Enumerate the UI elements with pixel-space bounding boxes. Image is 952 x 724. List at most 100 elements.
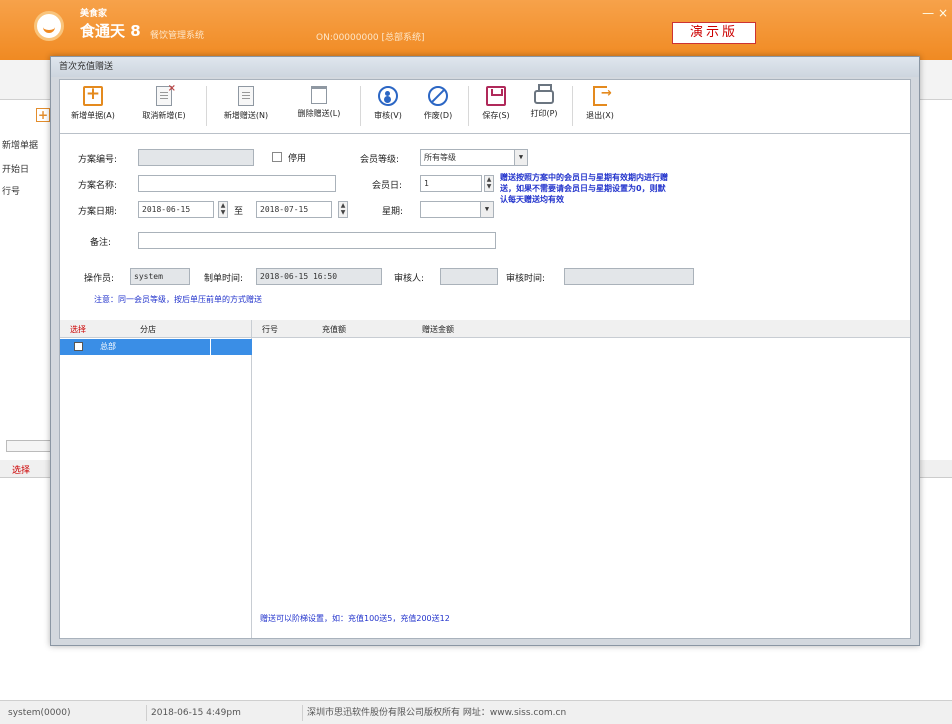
operator-field: system (130, 268, 190, 285)
to-label: 至 (234, 207, 244, 217)
store-grid-header: 选择 分店 (60, 320, 251, 338)
member-day-note: 赠送按照方案中的会员日与星期有效期内进行赠送，如果不需要请会员日与星期设置为0，… (500, 173, 668, 204)
save-label: 保存(S) (482, 111, 510, 120)
exit-button[interactable]: 退出(X) (578, 84, 622, 130)
gift-grid-header: 行号 充值额 赠送金额 (252, 320, 910, 338)
select-column-header: 选择 (70, 325, 86, 334)
date-to-field[interactable]: 2018-07-15 (256, 201, 332, 218)
weekday-label: 星期: (382, 207, 404, 217)
audit-icon (378, 86, 398, 106)
member-level-label: 会员等级: (360, 155, 400, 165)
bg-add-icon[interactable]: + (36, 108, 50, 122)
chevron-down-icon[interactable]: ▼ (514, 150, 527, 165)
brand-small: 美食家 (80, 9, 108, 19)
toolbar-separator (572, 86, 573, 126)
member-level-select[interactable]: 所有等级 ▼ (420, 149, 528, 166)
date-from-field[interactable]: 2018-06-15 (138, 201, 214, 218)
first-recharge-dialog: 首次充值赠送 新增单据(A) × 取消新增(E) 新增赠送(N) (50, 56, 920, 646)
stop-label: 停用 (288, 154, 307, 164)
table-row[interactable]: 总部 (60, 339, 252, 355)
date-to-stepper[interactable]: ▲ ▼ (338, 201, 348, 218)
plan-name-label: 方案名称: (78, 181, 118, 191)
member-day-label: 会员日: (372, 181, 403, 191)
audit-label: 审核(V) (374, 111, 402, 120)
auditor-label: 审核人: (394, 274, 425, 284)
app-window: 美食家 食通天 8 餐饮管理系统 ON:00000000 [总部系统] 演示版 … (0, 0, 952, 724)
void-label: 作废(D) (423, 111, 453, 120)
trash-icon (311, 86, 327, 104)
bg-add-label[interactable]: 新增单据 (2, 138, 38, 151)
delete-gift-label: 删除赠送(L) (297, 109, 341, 118)
member-level-value: 所有等级 (424, 153, 456, 162)
add-bill-label: 新增单据(A) (71, 111, 115, 120)
make-time-label: 制单时间: (204, 274, 244, 284)
date-from-stepper[interactable]: ▲ ▼ (218, 201, 228, 218)
window-controls[interactable]: — × (922, 6, 948, 20)
add-gift-button[interactable]: 新增赠送(N) (210, 84, 282, 130)
app-header: 美食家 食通天 8 餐饮管理系统 ON:00000000 [总部系统] 演示版 … (0, 0, 952, 60)
toolbar-separator (468, 86, 469, 126)
dialog-title: 首次充值赠送 (51, 57, 919, 77)
bg-grid-select-header: 选择 (12, 466, 31, 476)
toolbar-separator (360, 86, 361, 126)
store-grid: 选择 分店 总部 (60, 320, 252, 638)
remark-label: 备注: (90, 238, 112, 248)
doc-icon (238, 86, 254, 106)
member-day-stepper[interactable]: ▲ ▼ (484, 175, 494, 192)
cancel-add-button[interactable]: × 取消新增(E) (126, 83, 202, 130)
logo-icon (34, 11, 64, 41)
delete-gift-button[interactable]: 删除赠送(L) (284, 84, 354, 130)
save-button[interactable]: 保存(S) (474, 84, 518, 130)
dialog-toolbar: 新增单据(A) × 取消新增(E) 新增赠送(N) 删除赠送(L) (60, 80, 910, 134)
stop-checkbox[interactable] (272, 152, 282, 162)
plus-icon (83, 84, 103, 106)
store-column-header: 分店 (140, 325, 156, 334)
operator-label: 操作员: (84, 274, 115, 284)
row-checkbox[interactable] (74, 342, 83, 351)
save-icon (486, 86, 506, 106)
hint-text: 注意：同一会员等级，按后单压前单的方式赠送 (94, 295, 262, 304)
row-divider (210, 339, 211, 355)
plan-date-label: 方案日期: (78, 207, 118, 217)
status-user: system(0000) (8, 708, 71, 718)
member-day-field[interactable]: 1 (420, 175, 482, 192)
weekday-select[interactable]: ▼ (420, 201, 494, 218)
add-gift-label: 新增赠送(N) (223, 111, 269, 120)
exit-icon (593, 86, 612, 106)
print-label: 打印(P) (530, 109, 558, 118)
plan-no-field (138, 149, 254, 166)
toolbar-separator (206, 86, 207, 126)
plan-no-label: 方案编号: (78, 155, 118, 165)
status-copyright: 深圳市思迅软件股份有限公司版权所有 网址：www.siss.com.cn (302, 705, 948, 721)
recharge-column-header: 充值额 (322, 325, 346, 334)
add-bill-button[interactable]: 新增单据(A) (64, 84, 122, 130)
bg-label-start: 开始日 (2, 165, 30, 175)
exit-label: 退出(X) (586, 111, 614, 120)
row-no-column-header: 行号 (262, 325, 278, 334)
status-bar: system(0000) 2018-06-15 4:49pm 深圳市思迅软件股份… (0, 700, 952, 724)
background-side: 新增单据 开始日 行号 (0, 100, 52, 700)
void-button[interactable]: 作废(D) (416, 84, 460, 130)
header-info: ON:00000000 [总部系统] (316, 33, 425, 43)
audit-time-label: 审核时间: (506, 274, 546, 284)
bg-scrollbar[interactable] (6, 440, 52, 452)
brand-name: 食通天 8 (80, 22, 141, 40)
void-icon (428, 86, 448, 106)
print-button[interactable]: 打印(P) (522, 84, 566, 130)
cancel-doc-icon: × (156, 83, 176, 106)
make-time-field: 2018-06-15 16:50 (256, 268, 382, 285)
plan-name-field[interactable] (138, 175, 336, 192)
audit-time-field (564, 268, 694, 285)
status-datetime: 2018-06-15 4:49pm (146, 705, 300, 721)
chevron-down-icon[interactable]: ▼ (480, 202, 493, 217)
print-icon (534, 84, 554, 104)
gift-amount-column-header: 赠送金额 (422, 325, 454, 334)
bg-label-row: 行号 (2, 187, 21, 197)
remark-field[interactable] (138, 232, 496, 249)
auditor-field (440, 268, 498, 285)
dialog-body: 新增单据(A) × 取消新增(E) 新增赠送(N) 删除赠送(L) (59, 79, 911, 639)
gift-grid: 行号 充值额 赠送金额 (252, 320, 910, 638)
demo-badge: 演示版 (672, 22, 756, 44)
audit-button[interactable]: 审核(V) (366, 84, 410, 130)
cancel-add-label: 取消新增(E) (142, 111, 186, 120)
